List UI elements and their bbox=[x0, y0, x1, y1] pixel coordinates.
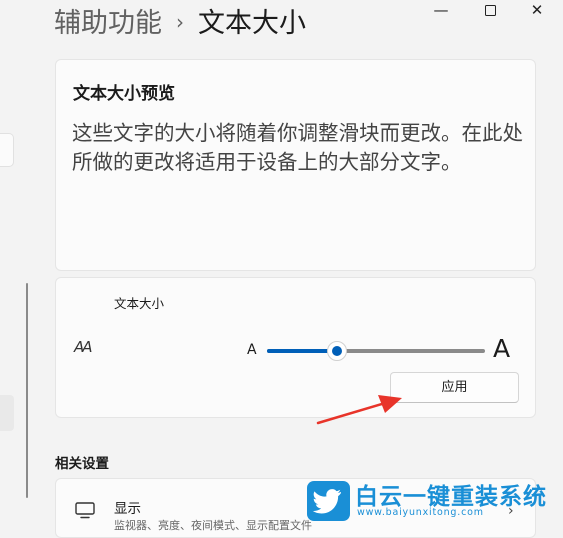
bird-icon bbox=[307, 481, 350, 521]
breadcrumb: 辅助功能 › 文本大小 bbox=[54, 4, 306, 45]
apply-button[interactable]: 应用 bbox=[390, 372, 519, 403]
close-icon: ✕ bbox=[530, 1, 544, 19]
sidebar-selected-item[interactable] bbox=[0, 395, 14, 431]
page-title: 文本大小 bbox=[198, 8, 306, 39]
chevron-right-icon: › bbox=[176, 10, 184, 34]
minimize-button[interactable]: — bbox=[421, 0, 461, 22]
preview-title: 文本大小预览 bbox=[73, 84, 175, 104]
slider-thumb[interactable] bbox=[326, 341, 347, 361]
text-size-card: 文本大小 AA A A 应用 bbox=[55, 277, 536, 418]
text-size-slider[interactable] bbox=[267, 341, 485, 361]
text-size-icon: AA bbox=[74, 338, 92, 356]
sidebar-scrollbar[interactable] bbox=[26, 283, 28, 498]
text-size-label: 文本大小 bbox=[114, 296, 165, 311]
sidebar bbox=[0, 0, 28, 524]
display-subtitle: 监视器、亮度、夜间模式、显示配置文件 bbox=[114, 519, 312, 532]
watermark-url: www.baiyunxitong.com bbox=[357, 507, 484, 518]
annotation-arrow-icon bbox=[316, 395, 402, 425]
display-title: 显示 bbox=[114, 501, 141, 517]
slider-max-label: A bbox=[493, 334, 511, 363]
breadcrumb-parent[interactable]: 辅助功能 bbox=[54, 8, 162, 39]
maximize-icon bbox=[484, 5, 496, 16]
related-settings-heading: 相关设置 bbox=[55, 456, 109, 472]
close-button[interactable]: ✕ bbox=[517, 0, 557, 22]
sidebar-search-edge[interactable] bbox=[0, 133, 14, 167]
slider-min-label: A bbox=[247, 342, 257, 358]
minimize-icon: — bbox=[433, 1, 449, 19]
preview-text: 这些文字的大小将随着你调整滑块而更改。在此处所做的更改将适用于设备上的大部分文字… bbox=[72, 121, 523, 174]
watermark-logo: 白云一键重装系统 www.baiyunxitong.com bbox=[307, 481, 563, 524]
maximize-button[interactable] bbox=[470, 0, 510, 22]
monitor-icon bbox=[75, 502, 95, 519]
watermark-text: 白云一键重装系统 bbox=[355, 484, 547, 510]
text-size-preview-card: 文本大小预览 这些文字的大小将随着你调整滑块而更改。在此处所做的更改将适用于设备… bbox=[55, 59, 536, 271]
